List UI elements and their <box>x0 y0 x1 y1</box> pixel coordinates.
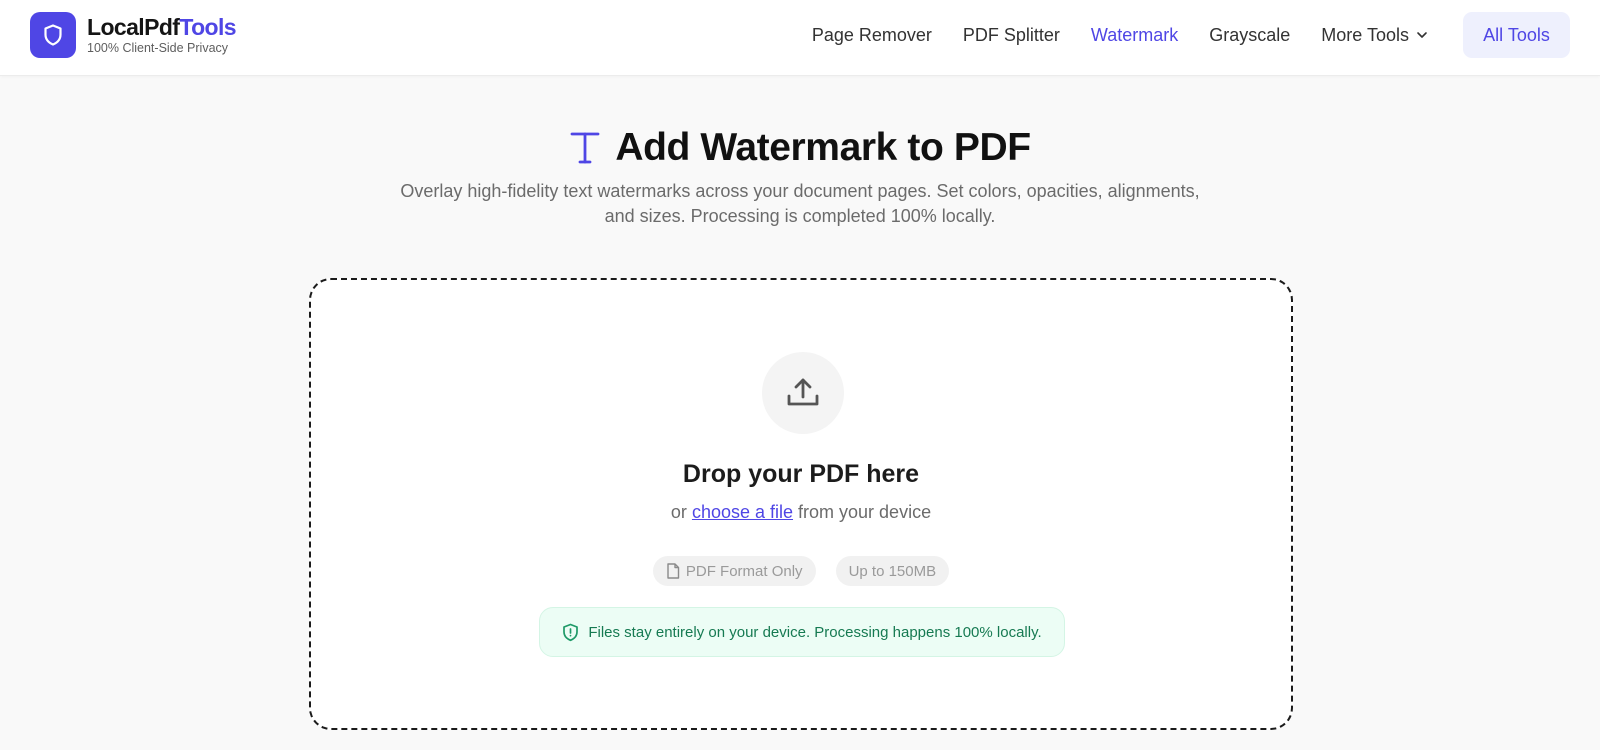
dropzone-subtitle: or choose a file from your device <box>311 502 1291 523</box>
page-subtitle: Overlay high-fidelity text watermarks ac… <box>400 181 1200 226</box>
shield-icon <box>44 24 62 46</box>
shield-alert-icon <box>563 623 579 641</box>
nav-more-tools-label: More Tools <box>1321 24 1409 45</box>
pdf-dropzone[interactable]: Drop your PDF here or choose a file from… <box>309 278 1293 730</box>
upload-icon-circle <box>762 352 844 434</box>
hero-section: Add Watermark to PDF Overlay high-fideli… <box>0 126 1600 229</box>
all-tools-button[interactable]: All Tools <box>1463 12 1570 58</box>
nav-pdf-splitter[interactable]: PDF Splitter <box>963 25 1060 46</box>
nav-watermark[interactable]: Watermark <box>1091 25 1178 46</box>
file-icon <box>667 563 680 579</box>
choose-file-link[interactable]: choose a file <box>692 502 793 522</box>
privacy-notice-text: Files stay entirely on your device. Proc… <box>588 623 1042 641</box>
nav-more-tools-dropdown[interactable]: More Tools <box>1321 25 1429 46</box>
chip-pdf-format: PDF Format Only <box>652 556 816 586</box>
file-requirements: PDF Format Only Up to 150MB <box>311 556 1291 586</box>
brand-tagline: 100% Client-Side Privacy <box>87 41 229 55</box>
nav-grayscale[interactable]: Grayscale <box>1209 25 1290 46</box>
nav-page-remover[interactable]: Page Remover <box>812 25 932 46</box>
page-title: Add Watermark to PDF <box>615 126 1031 169</box>
privacy-notice: Files stay entirely on your device. Proc… <box>539 607 1065 657</box>
brand-name: LocalPdfTools <box>87 14 237 40</box>
title-row: Add Watermark to PDF <box>569 126 1031 170</box>
dropzone-title: Drop your PDF here <box>682 460 920 488</box>
text-type-icon <box>569 130 601 166</box>
main-nav: Page Remover PDF Splitter Watermark Gray… <box>781 12 1570 58</box>
top-header: LocalPdfTools 100% Client-Side Privacy P… <box>0 0 1600 76</box>
upload-icon <box>787 378 819 406</box>
chip-max-size-label: Up to 150MB <box>848 562 937 580</box>
brand-text: LocalPdfTools 100% Client-Side Privacy <box>87 14 237 56</box>
chip-pdf-format-label: PDF Format Only <box>685 562 803 580</box>
brand-name-main: LocalPdf <box>87 14 180 40</box>
dropzone-sub-suffix: from your device <box>798 502 932 522</box>
brand-logo-link[interactable]: LocalPdfTools 100% Client-Side Privacy <box>30 12 237 58</box>
brand-name-accent: Tools <box>179 14 236 40</box>
logo-badge <box>30 12 76 58</box>
chevron-down-icon <box>1417 32 1427 38</box>
dropzone-sub-prefix: or <box>670 502 687 522</box>
chip-max-size: Up to 150MB <box>835 556 950 586</box>
